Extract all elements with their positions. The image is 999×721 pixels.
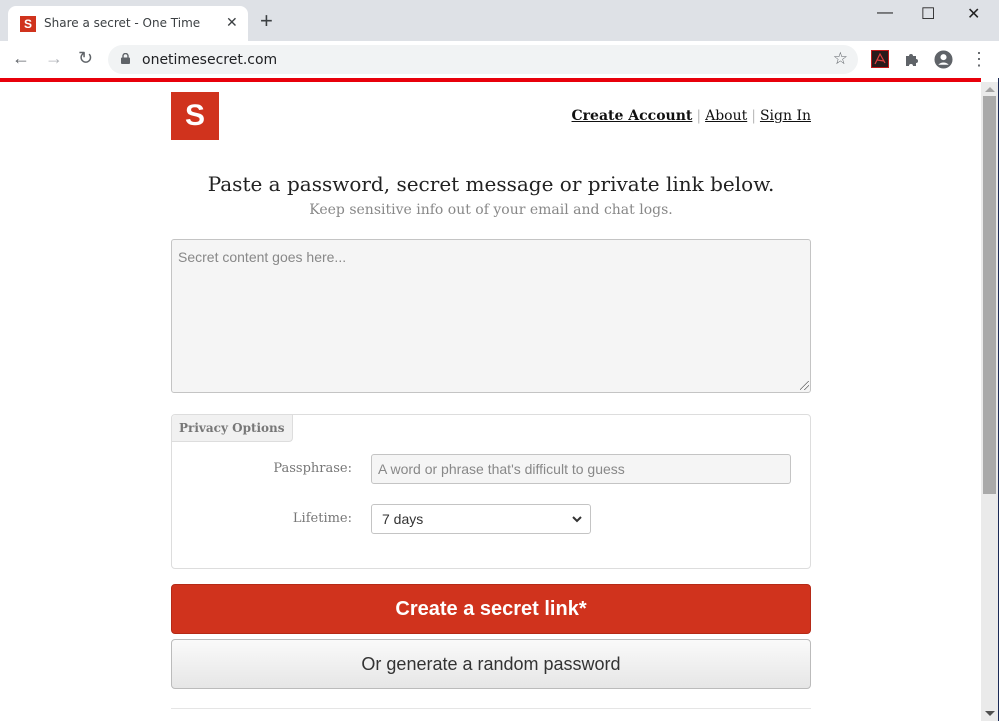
about-link[interactable]: About bbox=[705, 108, 747, 124]
back-button[interactable]: ← bbox=[12, 48, 30, 69]
resize-handle-icon[interactable] bbox=[800, 381, 809, 390]
passphrase-input[interactable] bbox=[371, 454, 791, 484]
scroll-up-arrow-icon[interactable] bbox=[985, 87, 995, 92]
favicon-icon: S bbox=[20, 16, 36, 32]
page-subtitle: Keep sensitive info out of your email an… bbox=[309, 202, 673, 218]
section-divider bbox=[171, 708, 811, 709]
close-tab-icon[interactable]: ✕ bbox=[226, 14, 238, 31]
nav-separator: | bbox=[751, 108, 756, 124]
maximize-button[interactable]: ☐ bbox=[921, 4, 935, 24]
profile-avatar-icon[interactable] bbox=[934, 50, 953, 69]
browser-menu-icon[interactable]: ⋮ bbox=[970, 49, 988, 70]
tab-title: Share a secret - One Time bbox=[44, 16, 201, 30]
top-navigation: Create Account | About | Sign In bbox=[572, 108, 811, 124]
create-secret-link-button[interactable]: Create a secret link* bbox=[171, 584, 811, 634]
lifetime-select[interactable]: 7 days bbox=[371, 504, 591, 534]
create-account-link[interactable]: Create Account bbox=[572, 108, 693, 124]
page-scrollbar[interactable] bbox=[981, 82, 998, 721]
nav-separator: | bbox=[696, 108, 702, 124]
acrobat-extension-icon[interactable] bbox=[871, 50, 889, 68]
browser-toolbar: ← → ↻ onetimesecret.com ☆ ⋮ bbox=[0, 41, 999, 78]
lifetime-selected-value: 7 days bbox=[382, 511, 424, 527]
extensions-puzzle-icon[interactable] bbox=[903, 50, 921, 68]
forward-button[interactable]: → bbox=[45, 48, 63, 69]
page-title: Paste a password, secret message or priv… bbox=[207, 172, 775, 196]
chevron-down-icon bbox=[572, 505, 582, 545]
scroll-thumb[interactable] bbox=[983, 96, 996, 494]
passphrase-label: Passphrase: bbox=[273, 461, 352, 476]
new-tab-button[interactable]: + bbox=[260, 10, 273, 32]
browser-tab-strip: S Share a secret - One Time ✕ + — ☐ ✕ bbox=[0, 0, 999, 41]
accent-bar bbox=[0, 78, 981, 82]
lock-icon bbox=[121, 53, 130, 64]
reload-button[interactable]: ↻ bbox=[78, 48, 93, 69]
secret-content-textarea[interactable] bbox=[171, 239, 811, 393]
scroll-down-arrow-icon[interactable] bbox=[985, 711, 995, 716]
privacy-options-title: Privacy Options bbox=[172, 415, 293, 442]
browser-tab[interactable]: S Share a secret - One Time ✕ bbox=[8, 6, 248, 41]
generate-password-button[interactable]: Or generate a random password bbox=[171, 639, 811, 689]
close-window-button[interactable]: ✕ bbox=[967, 4, 980, 24]
sign-in-link[interactable]: Sign In bbox=[760, 108, 811, 124]
bookmark-star-icon[interactable]: ☆ bbox=[833, 49, 848, 69]
minimize-button[interactable]: — bbox=[877, 4, 893, 22]
lifetime-label: Lifetime: bbox=[292, 511, 352, 526]
privacy-options-panel: Privacy Options Passphrase: Lifetime: 7 … bbox=[171, 414, 811, 569]
address-bar[interactable]: onetimesecret.com ☆ bbox=[108, 45, 858, 74]
site-logo[interactable]: S bbox=[171, 92, 219, 140]
url-text: onetimesecret.com bbox=[142, 52, 278, 68]
